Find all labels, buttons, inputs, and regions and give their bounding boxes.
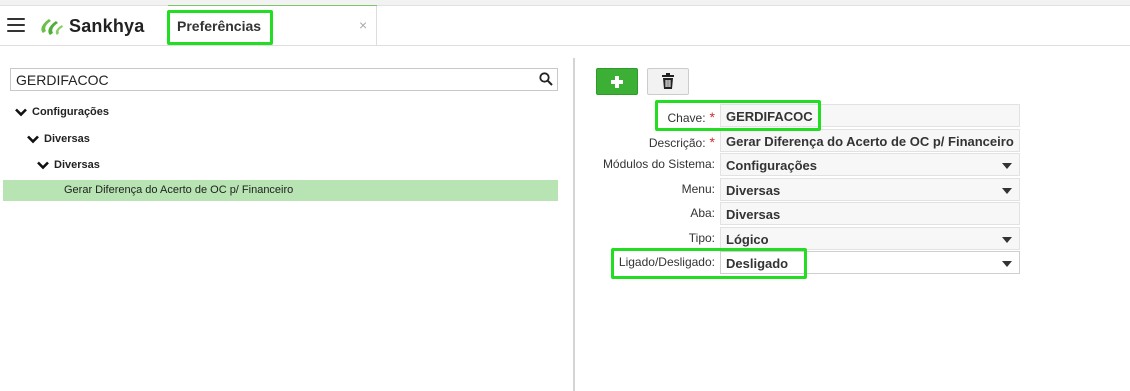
aba-field[interactable]: Diversas xyxy=(720,202,1020,225)
modulos-label: Módulos do Sistema: xyxy=(602,157,715,171)
plus-icon xyxy=(611,76,623,88)
chave-value: GERDIFACOC xyxy=(726,109,813,124)
tree-search xyxy=(10,68,558,91)
modulos-value: Configurações xyxy=(726,158,818,173)
tree-node-label: Diversas xyxy=(54,159,100,171)
menu-select[interactable]: Diversas xyxy=(720,178,1020,201)
ligado-label: Ligado/Desligado: xyxy=(618,255,715,269)
menu-icon[interactable] xyxy=(7,18,25,32)
tree-node-label: Diversas xyxy=(44,133,90,145)
required-marker: * xyxy=(709,109,715,125)
delete-button[interactable] xyxy=(647,68,689,95)
tab-label: Preferências xyxy=(177,18,262,34)
sankhya-logo-icon xyxy=(41,19,63,35)
descricao-label: Descrição: * xyxy=(648,134,715,150)
chevron-down-icon xyxy=(27,135,39,143)
chevron-down-icon xyxy=(1002,261,1012,267)
tree-node-configuracoes[interactable]: Configurações xyxy=(15,106,109,118)
tab-preferencias[interactable]: Preferências × xyxy=(168,6,377,46)
required-marker: * xyxy=(709,134,715,150)
trash-icon xyxy=(662,73,674,89)
search-icon[interactable] xyxy=(539,72,553,86)
aba-label: Aba: xyxy=(690,206,715,220)
descricao-value: Gerar Diferença do Acerto de OC p/ Finan… xyxy=(726,134,1014,149)
menu-value: Diversas xyxy=(726,183,781,198)
tipo-value: Lógico xyxy=(726,232,769,247)
ligado-value: Desligado xyxy=(726,256,789,271)
tree-node-diversas-sub[interactable]: Diversas xyxy=(37,159,100,171)
tree-leaf-label: Gerar Diferença do Acerto de OC p/ Finan… xyxy=(64,184,294,196)
tree-leaf-gerdifacoc[interactable]: Gerar Diferença do Acerto de OC p/ Finan… xyxy=(3,180,558,201)
chevron-down-icon xyxy=(1002,237,1012,243)
app-header: Sankhya Preferências × xyxy=(0,6,1130,46)
aba-value: Diversas xyxy=(726,207,781,222)
search-input[interactable] xyxy=(11,69,531,90)
add-button[interactable] xyxy=(596,68,638,95)
close-icon[interactable]: × xyxy=(359,17,367,33)
chevron-down-icon xyxy=(37,161,49,169)
logo[interactable]: Sankhya xyxy=(37,14,144,38)
app-name: Sankhya xyxy=(69,15,145,36)
tipo-select[interactable]: Lógico xyxy=(720,227,1020,250)
chave-field[interactable]: GERDIFACOC xyxy=(720,104,1020,127)
ligado-select[interactable]: Desligado xyxy=(720,251,1020,274)
descricao-field[interactable]: Gerar Diferença do Acerto de OC p/ Finan… xyxy=(720,129,1020,152)
chave-label: Chave: * xyxy=(667,109,715,125)
modulos-select[interactable]: Configurações xyxy=(720,153,1020,176)
tree-node-label: Configurações xyxy=(32,106,110,118)
chevron-down-icon xyxy=(1002,163,1012,169)
tree-node-diversas[interactable]: Diversas xyxy=(27,133,90,145)
menu-label: Menu: xyxy=(681,182,715,196)
tipo-label: Tipo: xyxy=(688,231,715,245)
chevron-down-icon xyxy=(15,108,27,116)
chevron-down-icon xyxy=(1002,188,1012,194)
panel-divider[interactable] xyxy=(573,58,575,391)
